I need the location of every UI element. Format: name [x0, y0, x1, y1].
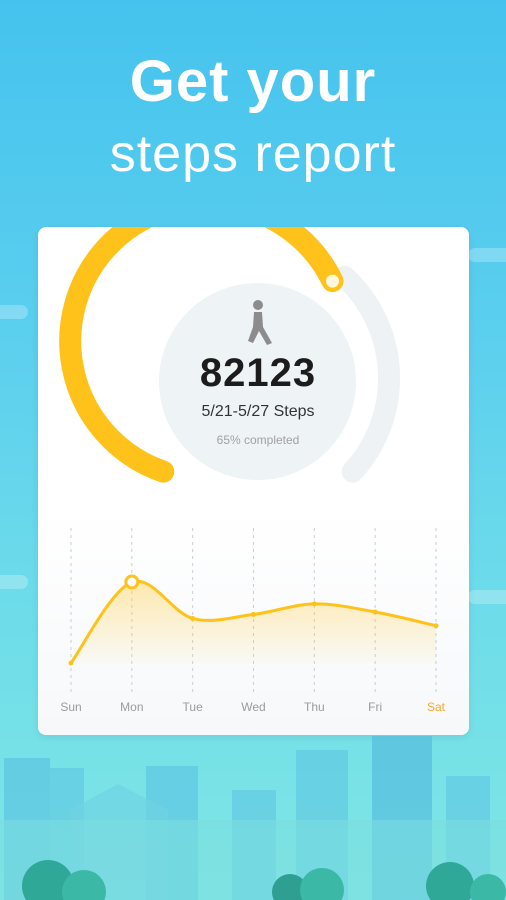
data-point-wed: [251, 611, 256, 617]
ring-knob: [323, 271, 342, 291]
city-skyline-illustration: [0, 736, 506, 900]
steps-report-card: 82123 5/21-5/27 Steps 65% completed Sun M…: [38, 227, 469, 735]
data-point-fri: [372, 609, 378, 615]
date-range-label: 5/21-5/27 Steps: [201, 403, 315, 420]
x-tick-label-mon: Mon: [120, 700, 143, 714]
right-deco-stripe-1: [468, 248, 506, 262]
data-point-sun: [68, 660, 74, 666]
data-point-sat: [433, 623, 439, 629]
left-deco-stripe-2: [0, 575, 28, 589]
x-tick-label-tue: Tue: [183, 700, 204, 714]
x-tick-label-sun: Sun: [60, 700, 81, 714]
step-total-value: 82123: [199, 351, 317, 395]
weekly-steps-chart: Sun Mon Tue Wed Thu Fri Sat: [60, 528, 446, 714]
x-tick-label-fri: Fri: [368, 700, 382, 714]
completion-label: 65% completed: [216, 433, 300, 447]
x-tick-label-sat: Sat: [427, 700, 446, 714]
headline-subtitle: steps report: [109, 125, 397, 183]
x-tick-label-thu: Thu: [304, 700, 325, 714]
data-point-thu: [311, 601, 317, 607]
left-deco-stripe-1: [0, 305, 28, 319]
data-point-tue: [190, 615, 196, 621]
data-point-mon: [124, 574, 140, 590]
walking-person-icon: [241, 299, 275, 352]
right-deco-stripe-2: [468, 590, 506, 604]
x-tick-label-wed: Wed: [241, 700, 265, 714]
headline-title: Get your: [129, 49, 377, 114]
